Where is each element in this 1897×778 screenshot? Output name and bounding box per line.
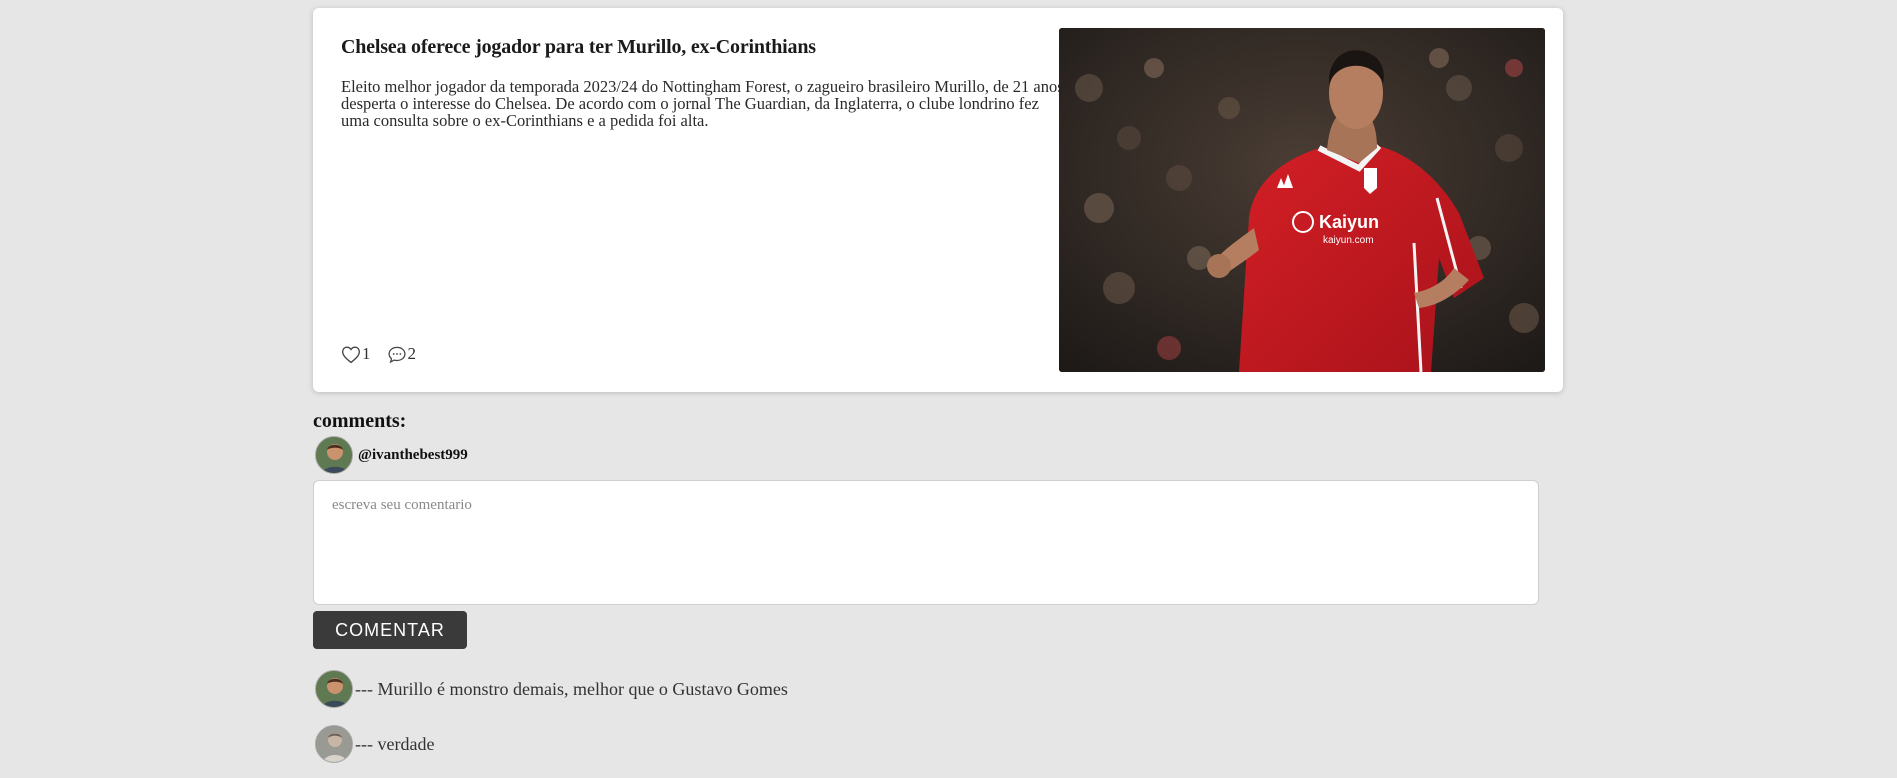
like-count: 1: [362, 344, 371, 363]
comment-submit-button[interactable]: COMENTAR: [313, 611, 467, 649]
user-avatar: [315, 436, 353, 474]
post-body: Eleito melhor jogador da temporada 2023/…: [341, 77, 1068, 130]
comment-item: --- Murillo é monstro demais, melhor que…: [315, 670, 788, 708]
comments-heading: comments:: [313, 410, 407, 432]
comment-avatar: [315, 670, 353, 708]
current-user: @ivanthebest999: [315, 436, 468, 474]
like-button[interactable]: 1: [341, 344, 371, 364]
comment-count: 2: [407, 344, 417, 363]
post-card: Chelsea oferece jogador para ter Murillo…: [313, 8, 1563, 392]
username: @ivanthebest999: [358, 446, 468, 463]
comments-button[interactable]: 2: [387, 344, 417, 364]
post-title: Chelsea oferece jogador para ter Murillo…: [341, 36, 816, 58]
sponsor-text: Kaiyun: [1319, 212, 1379, 232]
comment-text: --- Murillo é monstro demais, melhor que…: [355, 678, 788, 699]
comment-bubble-icon: [387, 345, 408, 364]
comment-avatar: [315, 725, 353, 763]
comment-item: --- verdade: [315, 725, 434, 763]
post-stats: 1 2: [341, 344, 432, 364]
sponsor-subtext: kaiyun.com: [1323, 235, 1374, 246]
comment-text: --- verdade: [355, 733, 435, 754]
comment-input[interactable]: [313, 480, 1539, 605]
heart-icon: [341, 345, 362, 364]
post-image: Kaiyun kaiyun.com: [1059, 28, 1545, 372]
